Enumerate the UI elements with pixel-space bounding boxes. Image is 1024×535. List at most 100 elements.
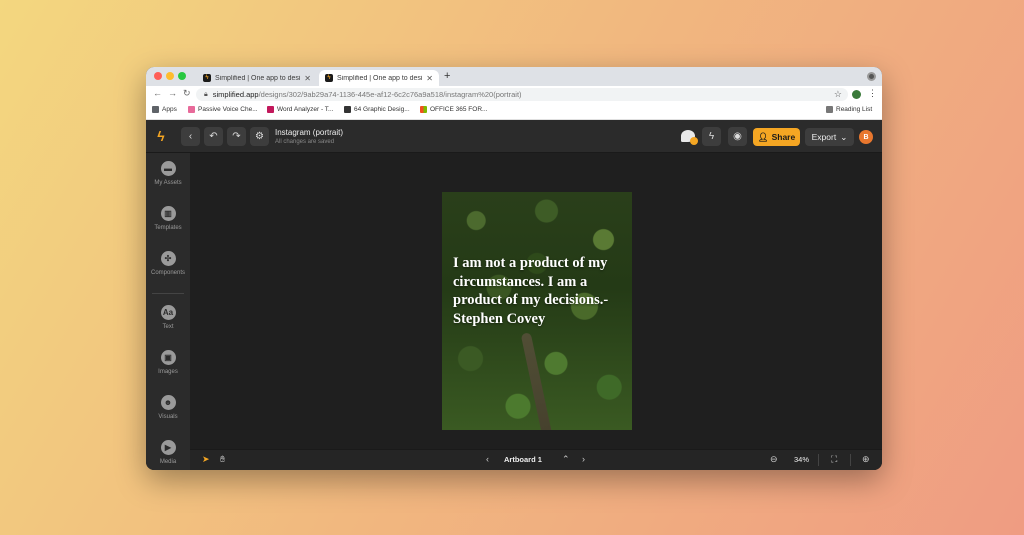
chevron-left-icon: ‹ bbox=[188, 131, 193, 142]
export-button[interactable]: Export ⌄ bbox=[805, 128, 854, 146]
reading-list-label: Reading List bbox=[836, 106, 873, 113]
profile-icon[interactable] bbox=[867, 72, 876, 81]
sidebar-item-my-assets[interactable]: ▬ My Assets bbox=[146, 161, 190, 201]
sidebar-item-label: Media bbox=[159, 459, 177, 465]
share-button[interactable]: 👤︎ Share bbox=[753, 128, 800, 146]
lightning-icon: ϟ bbox=[708, 131, 715, 142]
graphic-design-favicon-icon bbox=[344, 106, 351, 113]
redo-icon: ↷ bbox=[232, 131, 241, 142]
reading-list-icon bbox=[826, 106, 833, 113]
hand-icon[interactable]: ✋︎ bbox=[220, 454, 225, 465]
chevron-left-icon[interactable]: ‹ bbox=[486, 454, 489, 464]
tab-title: Simplified | One app to design bbox=[337, 74, 423, 82]
new-tab-button[interactable]: + bbox=[444, 70, 450, 82]
comments-icon[interactable] bbox=[681, 130, 698, 145]
extension-icon[interactable] bbox=[852, 90, 861, 99]
magic-button[interactable]: ϟ bbox=[702, 127, 721, 146]
sidebar-item-label: Components bbox=[150, 270, 186, 276]
office-favicon-icon bbox=[420, 106, 427, 113]
save-status: All changes are saved bbox=[275, 139, 335, 145]
divider bbox=[850, 454, 851, 466]
window-controls bbox=[154, 72, 186, 80]
simplified-favicon-icon: ϟ bbox=[203, 74, 211, 82]
simplified-favicon-icon: ϟ bbox=[325, 74, 333, 82]
forward-icon[interactable]: → bbox=[168, 88, 177, 98]
left-sidebar: ▬ My Assets ▥ Templates ✣ Components Aa … bbox=[146, 153, 190, 470]
zoom-level[interactable]: 34% bbox=[794, 455, 809, 464]
sidebar-item-text[interactable]: Aa Text bbox=[146, 305, 190, 345]
settings-button[interactable]: ⚙ bbox=[250, 127, 269, 146]
browser-tab-1[interactable]: ϟ Simplified | One app to design ✕ bbox=[197, 70, 317, 86]
reading-list[interactable]: Reading List bbox=[826, 106, 872, 113]
document-title[interactable]: Instagram (portrait) bbox=[275, 128, 343, 137]
artboard[interactable]: I am not a product of my circumstances. … bbox=[442, 192, 632, 430]
quote-text[interactable]: I am not a product of my circumstances. … bbox=[453, 254, 631, 328]
url-domain: simplified.app bbox=[212, 90, 259, 99]
sidebar-item-label: My Assets bbox=[154, 180, 182, 186]
undo-button[interactable]: ↶ bbox=[204, 127, 223, 146]
chevron-up-icon[interactable]: ⌃ bbox=[562, 454, 570, 465]
sidebar-item-visuals[interactable]: ☻ Visuals bbox=[146, 395, 190, 435]
simplified-logo-icon[interactable]: ϟ bbox=[154, 129, 168, 143]
chevron-right-icon[interactable]: › bbox=[582, 454, 585, 464]
back-icon[interactable]: ← bbox=[153, 88, 162, 98]
design-canvas[interactable]: I am not a product of my circumstances. … bbox=[190, 153, 882, 449]
image-icon: ▣ bbox=[160, 350, 176, 365]
sidebar-item-label: Visuals bbox=[158, 414, 178, 420]
close-tab-icon[interactable]: ✕ bbox=[304, 74, 311, 83]
apps-grid-icon bbox=[152, 106, 159, 113]
bookmark-label: Apps bbox=[162, 106, 177, 113]
zoom-out-icon[interactable]: ⊖ bbox=[770, 454, 778, 465]
bookmark-star-icon[interactable]: ☆ bbox=[834, 89, 842, 100]
lock-icon: 🔒︎ bbox=[204, 90, 208, 98]
fullscreen-icon[interactable]: ⛶ bbox=[831, 454, 837, 465]
sidebar-item-components[interactable]: ✣ Components bbox=[146, 251, 190, 291]
browser-tab-2[interactable]: ϟ Simplified | One app to design ✕ bbox=[319, 70, 439, 86]
share-label: Share bbox=[771, 132, 796, 142]
bookmark-word-analyzer[interactable]: Word Analyzer - T... bbox=[267, 106, 333, 113]
undo-icon: ↶ bbox=[209, 131, 218, 142]
bookmark-passive-voice[interactable]: Passive Voice Che... bbox=[188, 106, 258, 113]
maximize-window-button[interactable] bbox=[178, 72, 186, 80]
close-tab-icon[interactable]: ✕ bbox=[426, 74, 433, 83]
avatar[interactable]: B bbox=[859, 130, 873, 144]
bookmark-label: Passive Voice Che... bbox=[198, 106, 258, 113]
bookmark-office-365[interactable]: OFFICE 365 FOR... bbox=[420, 106, 487, 113]
folder-icon: ▬ bbox=[160, 161, 176, 176]
back-button[interactable]: ‹ bbox=[181, 127, 200, 146]
tab-title: Simplified | One app to design bbox=[215, 74, 301, 82]
forest-stream-image bbox=[520, 332, 554, 430]
cursor-icon[interactable]: ➤ bbox=[202, 454, 210, 465]
gear-icon: ⚙ bbox=[255, 131, 264, 142]
bookmark-graphic-design[interactable]: 64 Graphic Desig... bbox=[344, 106, 410, 113]
bookmark-label: OFFICE 365 FOR... bbox=[430, 106, 488, 113]
browser-menu-icon[interactable]: ⋮ bbox=[868, 88, 877, 99]
bookmark-label: Word Analyzer - T... bbox=[277, 106, 334, 113]
artboard-label[interactable]: Artboard 1 bbox=[504, 455, 542, 464]
minimize-window-button[interactable] bbox=[166, 72, 174, 80]
browser-window: ϟ Simplified | One app to design ✕ ϟ Sim… bbox=[146, 67, 882, 470]
editor-toolbar: ϟ ‹ ↶ ↷ ⚙ Instagram (portrait) All chang… bbox=[146, 120, 882, 153]
bookmark-apps[interactable]: Apps bbox=[152, 106, 177, 113]
sidebar-item-templates[interactable]: ▥ Templates bbox=[146, 206, 190, 246]
passive-voice-favicon-icon bbox=[188, 106, 195, 113]
export-label: Export bbox=[811, 132, 837, 142]
sidebar-item-media[interactable]: ▶ Media bbox=[146, 440, 190, 470]
add-user-icon: 👤︎ bbox=[757, 131, 769, 142]
address-bar[interactable]: 🔒︎ simplified.app/designs/302/9ab29a74-1… bbox=[196, 88, 848, 101]
close-window-button[interactable] bbox=[154, 72, 162, 80]
tab-strip: ϟ Simplified | One app to design ✕ ϟ Sim… bbox=[146, 67, 882, 86]
preview-button[interactable]: ◉ bbox=[728, 127, 747, 146]
url-path: /designs/302/9ab29a74-1136-445e-af12-6c2… bbox=[258, 90, 522, 99]
divider bbox=[818, 454, 819, 466]
redo-button[interactable]: ↷ bbox=[227, 127, 246, 146]
word-analyzer-favicon-icon bbox=[267, 106, 274, 113]
navigation-bar: ← → ↻ 🔒︎ simplified.app/designs/302/9ab2… bbox=[146, 86, 882, 103]
zoom-in-icon[interactable]: ⊕ bbox=[862, 454, 870, 465]
sidebar-item-images[interactable]: ▣ Images bbox=[146, 350, 190, 390]
visuals-icon: ☻ bbox=[160, 395, 176, 410]
bookmarks-bar: Apps Passive Voice Che... Word Analyzer … bbox=[146, 103, 882, 120]
reload-icon[interactable]: ↻ bbox=[183, 88, 191, 99]
components-icon: ✣ bbox=[160, 251, 176, 266]
templates-icon: ▥ bbox=[160, 206, 176, 221]
